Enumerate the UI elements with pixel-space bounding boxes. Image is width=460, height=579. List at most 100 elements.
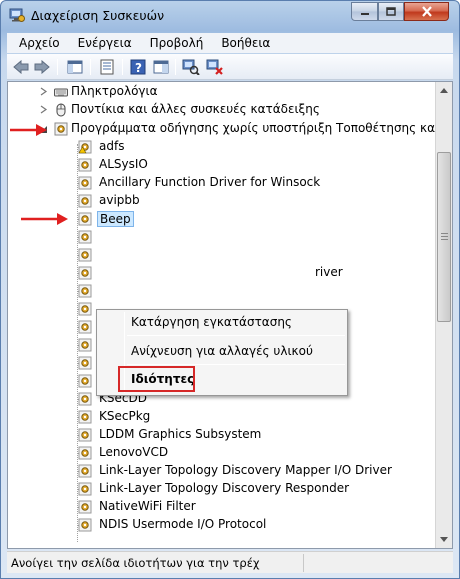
- action-pane-button[interactable]: [151, 57, 171, 77]
- console-tree-icon: [67, 60, 83, 74]
- status-divider: [303, 554, 304, 572]
- back-icon: [13, 60, 29, 74]
- device-manager-app-icon: [9, 8, 25, 22]
- scroll-down-button[interactable]: [436, 531, 452, 548]
- driver-gear-icon: [78, 212, 92, 226]
- scroll-up-button[interactable]: [436, 82, 452, 99]
- driver-gear-icon: [78, 338, 92, 352]
- driver-gear-icon: [78, 194, 92, 208]
- context-menu-separator: [127, 364, 345, 365]
- context-menu: Κατάργηση εγκατάστασης Ανίχνευση για αλλ…: [96, 309, 348, 396]
- uninstall-icon: [206, 59, 223, 75]
- driver-gear-icon: [78, 320, 92, 334]
- driver-gear-icon: [78, 284, 92, 298]
- scan-hardware-button[interactable]: [181, 57, 201, 77]
- properties-icon: [100, 59, 114, 75]
- device-manager-window: Διαχείριση Συσκευών Αρχείο Ενέργεια Προβ…: [0, 0, 460, 579]
- driver-gear-icon: [78, 500, 92, 514]
- window-title: Διαχείριση Συσκευών: [31, 8, 165, 23]
- forward-button[interactable]: [32, 57, 52, 77]
- console-tree-button[interactable]: [65, 57, 85, 77]
- tree-item-label: adfs: [99, 139, 125, 153]
- scroll-up-arrow-icon: [440, 88, 448, 93]
- forward-icon: [34, 60, 50, 74]
- driver-gear-icon: [78, 302, 92, 316]
- status-text: Ανοίγει την σελίδα ιδιοτήτων για την τρέ…: [11, 556, 260, 570]
- driver-gear-icon: [78, 482, 92, 496]
- tree-item-label: Ancillary Function Driver for Winsock: [99, 175, 321, 189]
- tree-item-label: Link-Layer Topology Discovery Mapper I/O…: [99, 463, 392, 477]
- menu-file[interactable]: Αρχείο: [13, 36, 66, 50]
- status-bar: Ανοίγει την σελίδα ιδιοτήτων για την τρέ…: [7, 551, 453, 573]
- close-button[interactable]: [404, 2, 449, 21]
- tree-item-label: Προγράμματα οδήγησης χωρίς υποστήριξη Το…: [71, 121, 435, 135]
- expand-arrow-icon: [40, 105, 48, 114]
- driver-gear-icon: [78, 518, 92, 532]
- help-button[interactable]: ?: [128, 57, 148, 77]
- driver-gear-icon: [78, 266, 92, 280]
- annotation-arrow-icon: [21, 213, 68, 225]
- scroll-grip: [441, 236, 448, 237]
- menu-bar: Αρχείο Ενέργεια Προβολή Βοήθεια: [7, 33, 453, 53]
- maximize-icon: [386, 7, 396, 16]
- vertical-scrollbar[interactable]: [435, 82, 452, 548]
- driver-gear-icon: [78, 374, 92, 388]
- back-button[interactable]: [11, 57, 31, 77]
- menu-help[interactable]: Βοήθεια: [215, 36, 276, 50]
- mouse-icon: [56, 103, 66, 117]
- toolbar-separator: [57, 59, 58, 75]
- scroll-grip: [441, 233, 448, 234]
- driver-gear-icon: [78, 428, 92, 442]
- driver-gear-icon: [78, 158, 92, 172]
- tree-item-label: river: [315, 265, 343, 279]
- toolbar-separator: [175, 59, 176, 75]
- uninstall-button[interactable]: [205, 57, 225, 77]
- title-bar[interactable]: Διαχείριση Συσκευών: [1, 1, 459, 31]
- expand-arrow-icon: [40, 87, 48, 96]
- scroll-grip: [441, 239, 448, 240]
- tree-item-label: avipbb: [99, 193, 140, 207]
- driver-gear-icon: [78, 248, 92, 262]
- maximize-button[interactable]: [378, 2, 404, 21]
- scan-hardware-icon: [182, 59, 200, 75]
- tree-item-label: KSecPkg: [99, 409, 151, 423]
- tree-item-label: NativeWiFi Filter: [99, 499, 196, 513]
- tree-item-label: LDDM Graphics Subsystem: [99, 427, 262, 441]
- action-pane-icon: [153, 60, 169, 74]
- tree-item-label: Beep: [97, 211, 134, 227]
- menu-view[interactable]: Προβολή: [144, 36, 210, 50]
- device-tree[interactable]: Πληκτρολόγια Ποντίκια και άλλες συσκευές…: [8, 82, 435, 548]
- properties-highlight-box: [118, 366, 195, 392]
- svg-text:?: ?: [135, 61, 142, 75]
- annotation-arrow-icon: [10, 124, 47, 136]
- menu-action[interactable]: Ενέργεια: [72, 36, 138, 50]
- properties-button[interactable]: [97, 57, 117, 77]
- toolbar-separator: [122, 59, 123, 75]
- close-icon: [421, 6, 432, 17]
- help-icon: ?: [130, 59, 146, 75]
- driver-warning-icon: [78, 140, 92, 154]
- context-menu-uninstall[interactable]: Κατάργηση εγκατάστασης: [131, 315, 292, 329]
- tree-item-label: ALSysIO: [99, 157, 148, 171]
- keyboard-icon: [54, 88, 68, 97]
- tree-item-label: NDIS Usermode I/O Protocol: [99, 517, 267, 531]
- minimize-button[interactable]: [351, 2, 378, 21]
- scroll-down-arrow-icon: [440, 537, 448, 542]
- driver-gear-icon: [78, 410, 92, 424]
- driver-gear-icon: [54, 122, 68, 136]
- minimize-icon: [360, 12, 369, 15]
- driver-gear-icon: [78, 446, 92, 460]
- toolbar: ?: [7, 54, 453, 80]
- tree-item-label: Πληκτρολόγια: [71, 84, 158, 98]
- scroll-thumb[interactable]: [437, 152, 451, 322]
- tree-item-label: Ποντίκια και άλλες συσκευές κατάδειξης: [71, 102, 320, 116]
- tree-item-label: LenovoVCD: [99, 445, 169, 459]
- driver-gear-icon: [78, 230, 92, 244]
- tree-item-label: Link-Layer Topology Discovery Responder: [99, 481, 350, 495]
- device-tree-pane: Πληκτρολόγια Ποντίκια και άλλες συσκευές…: [7, 81, 453, 549]
- driver-gear-icon: [78, 464, 92, 478]
- toolbar-separator: [90, 59, 91, 75]
- driver-gear-icon: [78, 356, 92, 370]
- driver-gear-icon: [78, 176, 92, 190]
- context-menu-scan[interactable]: Ανίχνευση για αλλαγές υλικού: [131, 344, 313, 358]
